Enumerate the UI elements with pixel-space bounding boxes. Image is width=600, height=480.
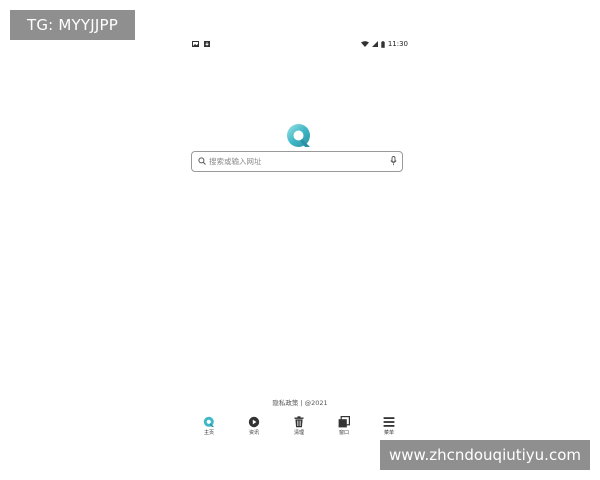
play-icon xyxy=(248,416,260,428)
search-placeholder: 搜索或输入网址 xyxy=(209,157,262,166)
nav-item-menu[interactable]: 菜单 xyxy=(374,416,404,440)
menu-icon xyxy=(383,417,395,427)
nav-label-news: 资讯 xyxy=(248,430,259,436)
image-icon xyxy=(192,41,199,47)
status-bar: 11:30 xyxy=(190,39,410,51)
nav-item-clean[interactable]: 清理 xyxy=(284,416,314,440)
watermark-bottom: www.zhcndouqiutiyu.com xyxy=(380,440,590,470)
trash-icon xyxy=(294,416,304,428)
signal-icon xyxy=(371,41,378,47)
search-icon xyxy=(198,157,206,165)
watermark-top: TG: MYYJJPP xyxy=(10,10,135,40)
nav-label-clean: 清理 xyxy=(293,430,304,436)
nav-label-windows: 窗口 xyxy=(338,430,349,436)
wifi-icon xyxy=(360,41,369,47)
search-input[interactable]: 搜索或输入网址 xyxy=(191,151,403,172)
microphone-icon[interactable] xyxy=(390,156,397,166)
browser-home-screen: 11:30 搜索或输入网址 隐私政策 | @2021 主页 资讯 清理 窗口 菜… xyxy=(0,0,600,480)
nav-item-home[interactable]: 主页 xyxy=(194,416,224,440)
status-time: 11:30 xyxy=(387,40,408,48)
home-logo-icon xyxy=(203,416,214,427)
nav-label-menu: 菜单 xyxy=(383,430,394,436)
download-icon xyxy=(204,41,210,47)
bottom-nav: 主页 资讯 清理 窗口 菜单 xyxy=(188,416,412,440)
windows-icon xyxy=(338,416,350,428)
nav-item-news[interactable]: 资讯 xyxy=(239,416,269,440)
battery-icon xyxy=(381,40,385,48)
privacy-policy-link[interactable]: 隐私政策 | @2021 xyxy=(0,397,600,407)
nav-label-home: 主页 xyxy=(203,430,214,436)
nav-item-windows[interactable]: 窗口 xyxy=(329,416,359,440)
browser-logo-icon xyxy=(287,124,310,147)
